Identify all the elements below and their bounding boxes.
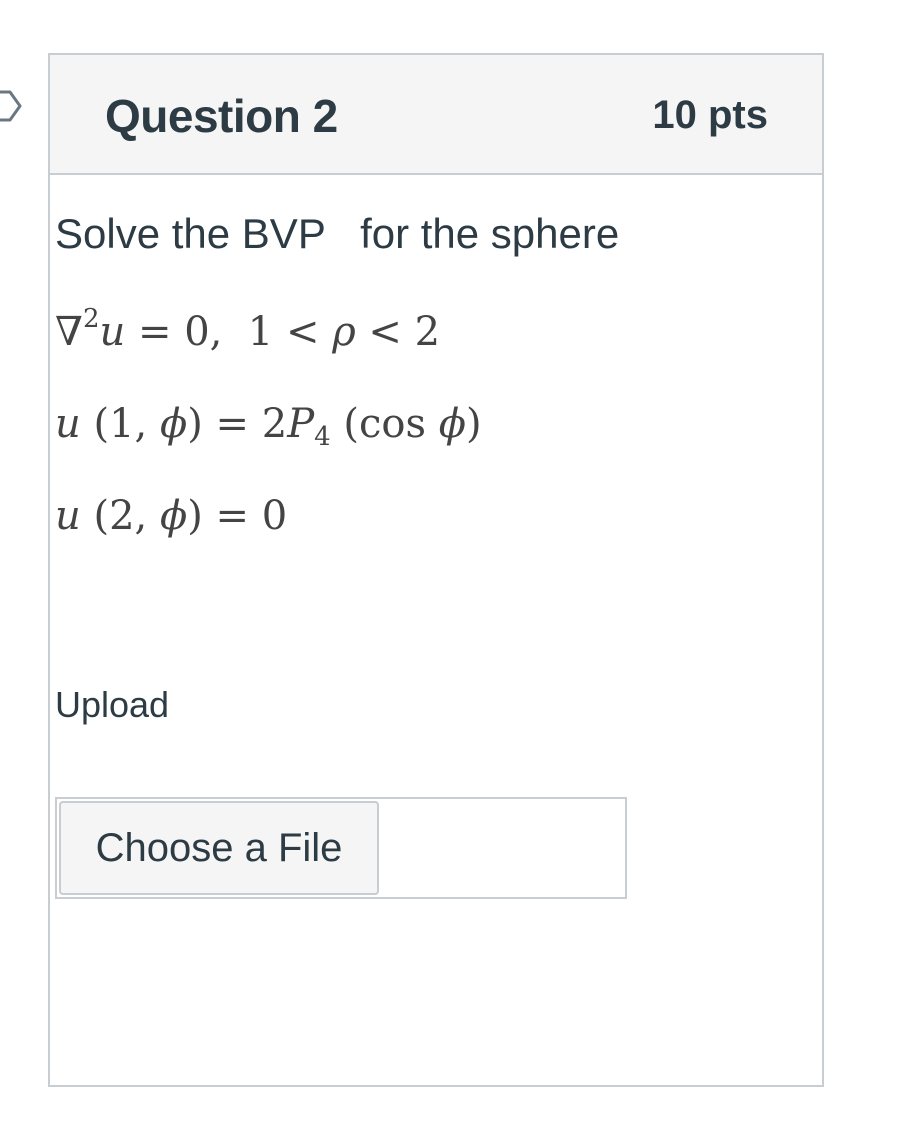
upload-label: Upload [55,684,170,725]
question-body: Solve the BVP for the sphere ∇2u = 0, 1 … [55,202,867,562]
question-title: Question 2 [105,90,338,142]
question-points: 10 pts [652,93,768,137]
boundary-inner-args-close: ) = 2 [187,401,288,447]
laplace-rest: = 0, 1 < [125,309,333,355]
boundary-inner-fn: u [55,401,81,447]
boundary-outer-fn: u [55,493,81,539]
question-prompt: Solve the BVP for the sphere [55,210,620,257]
file-upload-field[interactable]: Choose a File [55,797,627,899]
equation-boundary-inner: u (1, ϕ) = 2P4 (cos ϕ) [55,378,867,470]
cos-close: ) [466,401,482,447]
cos-open: (cos [330,401,439,447]
equation-boundary-outer: u (2, ϕ) = 0 [55,470,867,562]
nabla-symbol: ∇ [55,309,83,355]
question-header: Question 2 10 pts [50,55,822,175]
quiz-page: Question 2 10 pts Solve the BVP for the … [0,0,907,1141]
laplace-variable: u [99,309,126,355]
phi-symbol: ϕ [159,401,188,447]
question-flag-icon[interactable] [0,86,26,126]
boundary-outer-args-close: ) = 0 [187,493,288,539]
phi-symbol: ϕ [438,401,467,447]
rho-symbol: ρ [332,309,356,355]
choose-file-button[interactable]: Choose a File [59,801,379,895]
boundary-outer-args-open: (2, [80,493,160,539]
boundary-inner-args-open: (1, [80,401,160,447]
phi-symbol: ϕ [159,493,188,539]
equation-laplace: ∇2u = 0, 1 < ρ < 2 [55,286,867,378]
nabla-exponent: 2 [82,304,100,334]
laplace-tail: < 2 [355,309,441,355]
legendre-p: P [287,401,315,447]
legendre-degree: 4 [314,422,331,452]
